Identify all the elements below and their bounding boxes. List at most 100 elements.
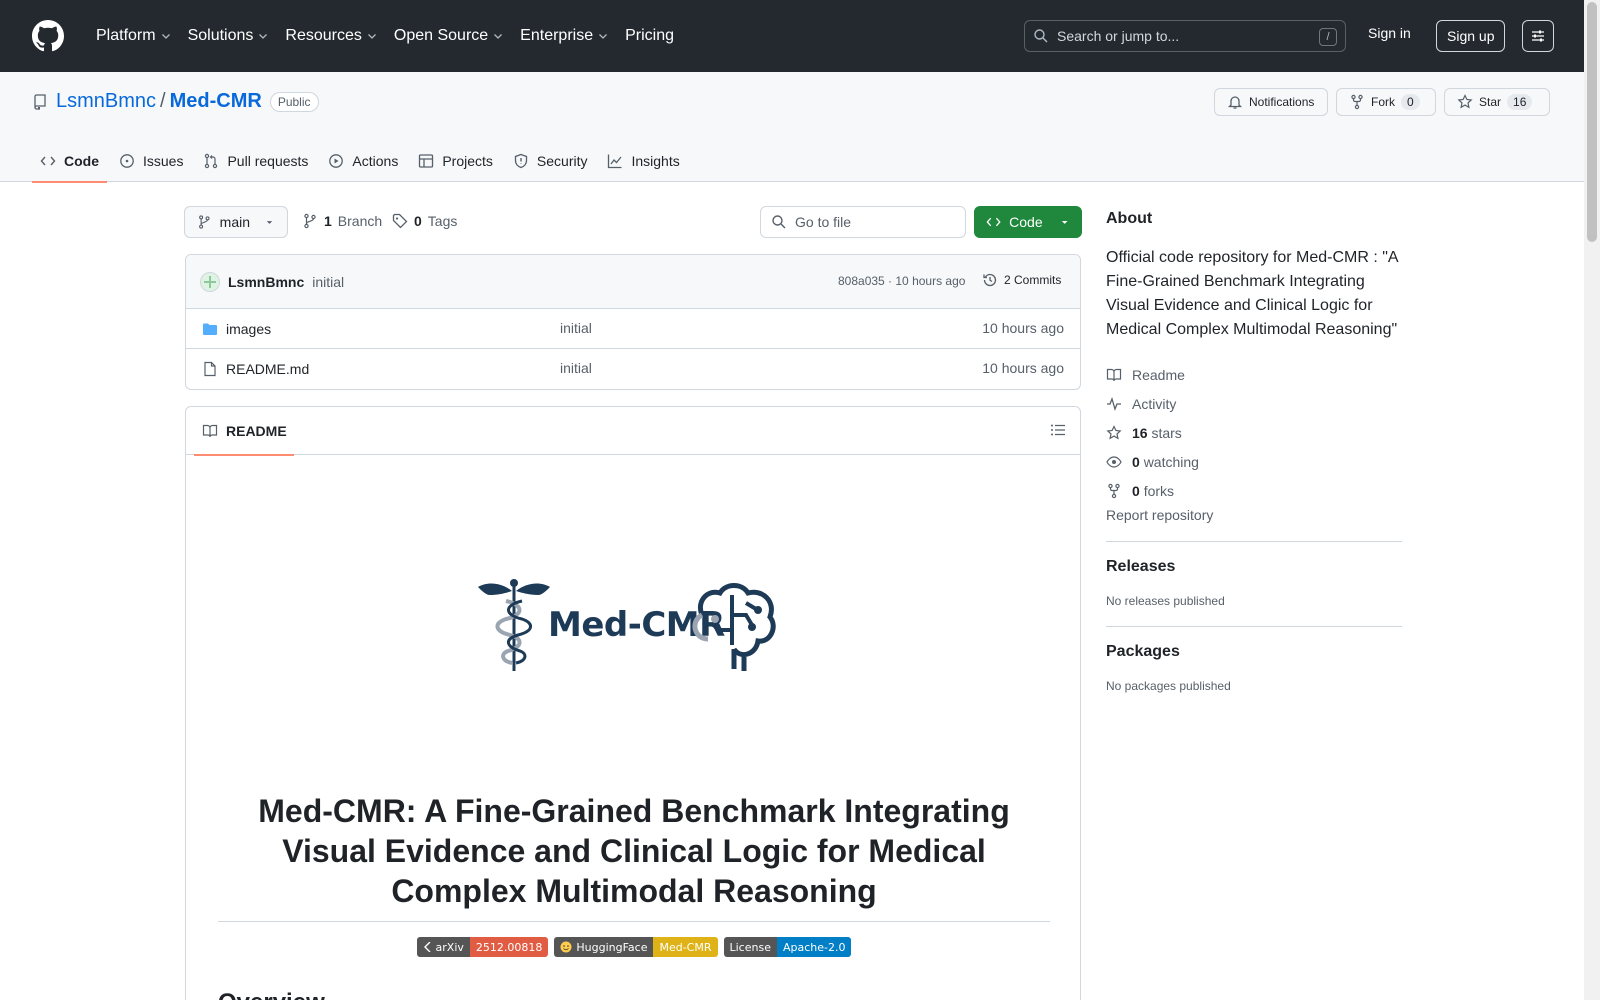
folder-icon (203, 323, 217, 335)
tab-pull-requests-label: Pull requests (227, 153, 309, 169)
repo-description: Official code repository for Med-CMR : "… (1106, 249, 1398, 338)
avatar[interactable] (200, 271, 220, 292)
forks-link[interactable]: 0 forks (1106, 476, 1402, 505)
go-to-file-input[interactable]: Go to file (760, 206, 966, 238)
branch-bar: main 1 Branch 0 Tags Go to file Code (184, 206, 1082, 238)
badge-value: Apache-2.0 (776, 937, 852, 957)
sidebar-divider (1106, 541, 1402, 542)
search-placeholder: Search or jump to... (1057, 28, 1180, 44)
badge-label: HuggingFace (576, 940, 648, 954)
nav-resources[interactable]: Resources (277, 20, 385, 52)
fork-count: 0 (1401, 94, 1420, 110)
nav-open-source[interactable]: Open Source (386, 20, 512, 52)
scrollbar-thumb[interactable] (1587, 2, 1597, 242)
nav-platform[interactable]: Platform (88, 20, 180, 52)
forks-count: 0 (1132, 482, 1140, 499)
commit-hash-time[interactable]: 808a035 · 10 hours ago (838, 274, 965, 288)
chevron-down-icon (259, 34, 268, 39)
identicon-icon (204, 275, 216, 288)
repo-title: LsmnBmnc / Med-CMR Public (32, 90, 319, 113)
stars-link[interactable]: 16 stars (1106, 418, 1402, 447)
stars-count: 16 (1132, 424, 1148, 441)
file-commit-message[interactable]: initial (560, 320, 592, 336)
nav-resources-label: Resources (285, 27, 362, 44)
pulse-icon (1107, 396, 1121, 411)
nav-pricing[interactable]: Pricing (617, 20, 682, 52)
sign-in-link[interactable]: Sign in (1368, 25, 1411, 41)
nav-solutions[interactable]: Solutions (180, 20, 278, 52)
nav-platform-label: Platform (96, 27, 156, 44)
branch-select-button[interactable]: main (184, 206, 288, 238)
packages-heading[interactable]: Packages (1106, 643, 1402, 661)
tab-projects[interactable]: Projects (410, 140, 501, 182)
watching-link[interactable]: 0 watching (1106, 447, 1402, 476)
badge-label: License (729, 940, 771, 954)
search-input[interactable]: Search or jump to... / (1024, 20, 1346, 52)
readme-tab[interactable]: README (194, 407, 294, 456)
badge-label: arXiv (435, 940, 464, 954)
forks-label: forks (1143, 482, 1175, 499)
tags-label: Tags (427, 213, 458, 229)
issue-icon (120, 154, 134, 168)
commit-message[interactable]: initial (312, 274, 344, 290)
commits-history-link[interactable]: 2 Commits (982, 272, 1061, 288)
book-icon (1106, 368, 1122, 381)
report-repository-link[interactable]: Report repository (1106, 507, 1402, 523)
tab-issues[interactable]: Issues (111, 140, 191, 182)
github-logo-icon[interactable] (32, 20, 64, 52)
tags-link[interactable]: 0 Tags (392, 213, 457, 229)
code-dropdown-button[interactable]: Code (974, 206, 1082, 238)
stars-label: stars (1151, 424, 1182, 441)
fork-label: Fork (1371, 95, 1395, 109)
star-button[interactable]: Star 16 (1444, 88, 1550, 116)
file-commit-message[interactable]: initial (560, 360, 592, 376)
med-cmr-logo: Med-CMR (478, 575, 786, 675)
eye-icon (1106, 455, 1122, 468)
fork-button[interactable]: Fork 0 (1336, 88, 1436, 116)
file-name[interactable]: images (226, 321, 271, 337)
no-packages-text: No packages published (1106, 679, 1231, 693)
readme-divider (218, 921, 1050, 922)
caret-down-icon (1061, 221, 1068, 224)
chevron-down-icon (161, 34, 170, 39)
repo-name-link[interactable]: Med-CMR (170, 90, 262, 113)
file-row[interactable]: images initial 10 hours ago (186, 309, 1080, 349)
commit-author[interactable]: LsmnBmnc (228, 274, 304, 290)
brain-circuit-icon (692, 583, 776, 671)
nav-enterprise[interactable]: Enterprise (512, 20, 617, 52)
readme-panel: README Med-CMR Med-CMR: A Fine-Grained B… (185, 406, 1081, 1000)
huggingface-badge[interactable]: HuggingFace Med-CMR (554, 937, 718, 957)
releases-heading[interactable]: Releases (1106, 558, 1402, 576)
activity-link-label: Activity (1132, 395, 1177, 412)
sign-up-button[interactable]: Sign up (1436, 20, 1506, 52)
file-browser: LsmnBmnc initial 808a035 · 10 hours ago … (185, 254, 1081, 390)
notifications-button[interactable]: Notifications (1214, 88, 1328, 116)
nav-solutions-label: Solutions (187, 27, 254, 44)
repo-tabs: Code Issues Pull requests Actions Projec… (32, 140, 688, 183)
arxiv-badge[interactable]: arXiv 2512.00818 (416, 937, 549, 957)
activity-link[interactable]: Activity (1106, 389, 1402, 418)
tab-insights[interactable]: Insights (599, 140, 687, 182)
play-icon (329, 154, 344, 168)
branches-link[interactable]: 1 Branch (302, 213, 382, 229)
tab-code[interactable]: Code (32, 140, 107, 183)
settings-menu-button[interactable] (1522, 20, 1554, 52)
file-row[interactable]: README.md initial 10 hours ago (186, 349, 1080, 389)
about-heading: About (1106, 210, 1153, 227)
caduceus-icon (478, 579, 550, 671)
repo-path-separator: / (160, 90, 166, 112)
file-name[interactable]: README.md (226, 361, 309, 377)
tab-security[interactable]: Security (505, 140, 596, 182)
tab-actions[interactable]: Actions (320, 140, 406, 182)
commits-count-label: 2 Commits (1004, 273, 1062, 287)
fork-icon (1351, 94, 1363, 110)
readme-link[interactable]: Readme (1106, 360, 1402, 389)
tab-pull-requests[interactable]: Pull requests (195, 140, 316, 182)
license-badge-left: License (723, 937, 777, 957)
arxiv-icon (423, 942, 431, 952)
outline-button[interactable] (1050, 422, 1066, 438)
repo-actions: Notifications Fork 0 Star 16 (1214, 88, 1550, 116)
page-scrollbar[interactable] (1584, 0, 1600, 1000)
repo-owner-link[interactable]: LsmnBmnc (56, 90, 156, 113)
license-badge[interactable]: License Apache-2.0 (723, 937, 852, 957)
